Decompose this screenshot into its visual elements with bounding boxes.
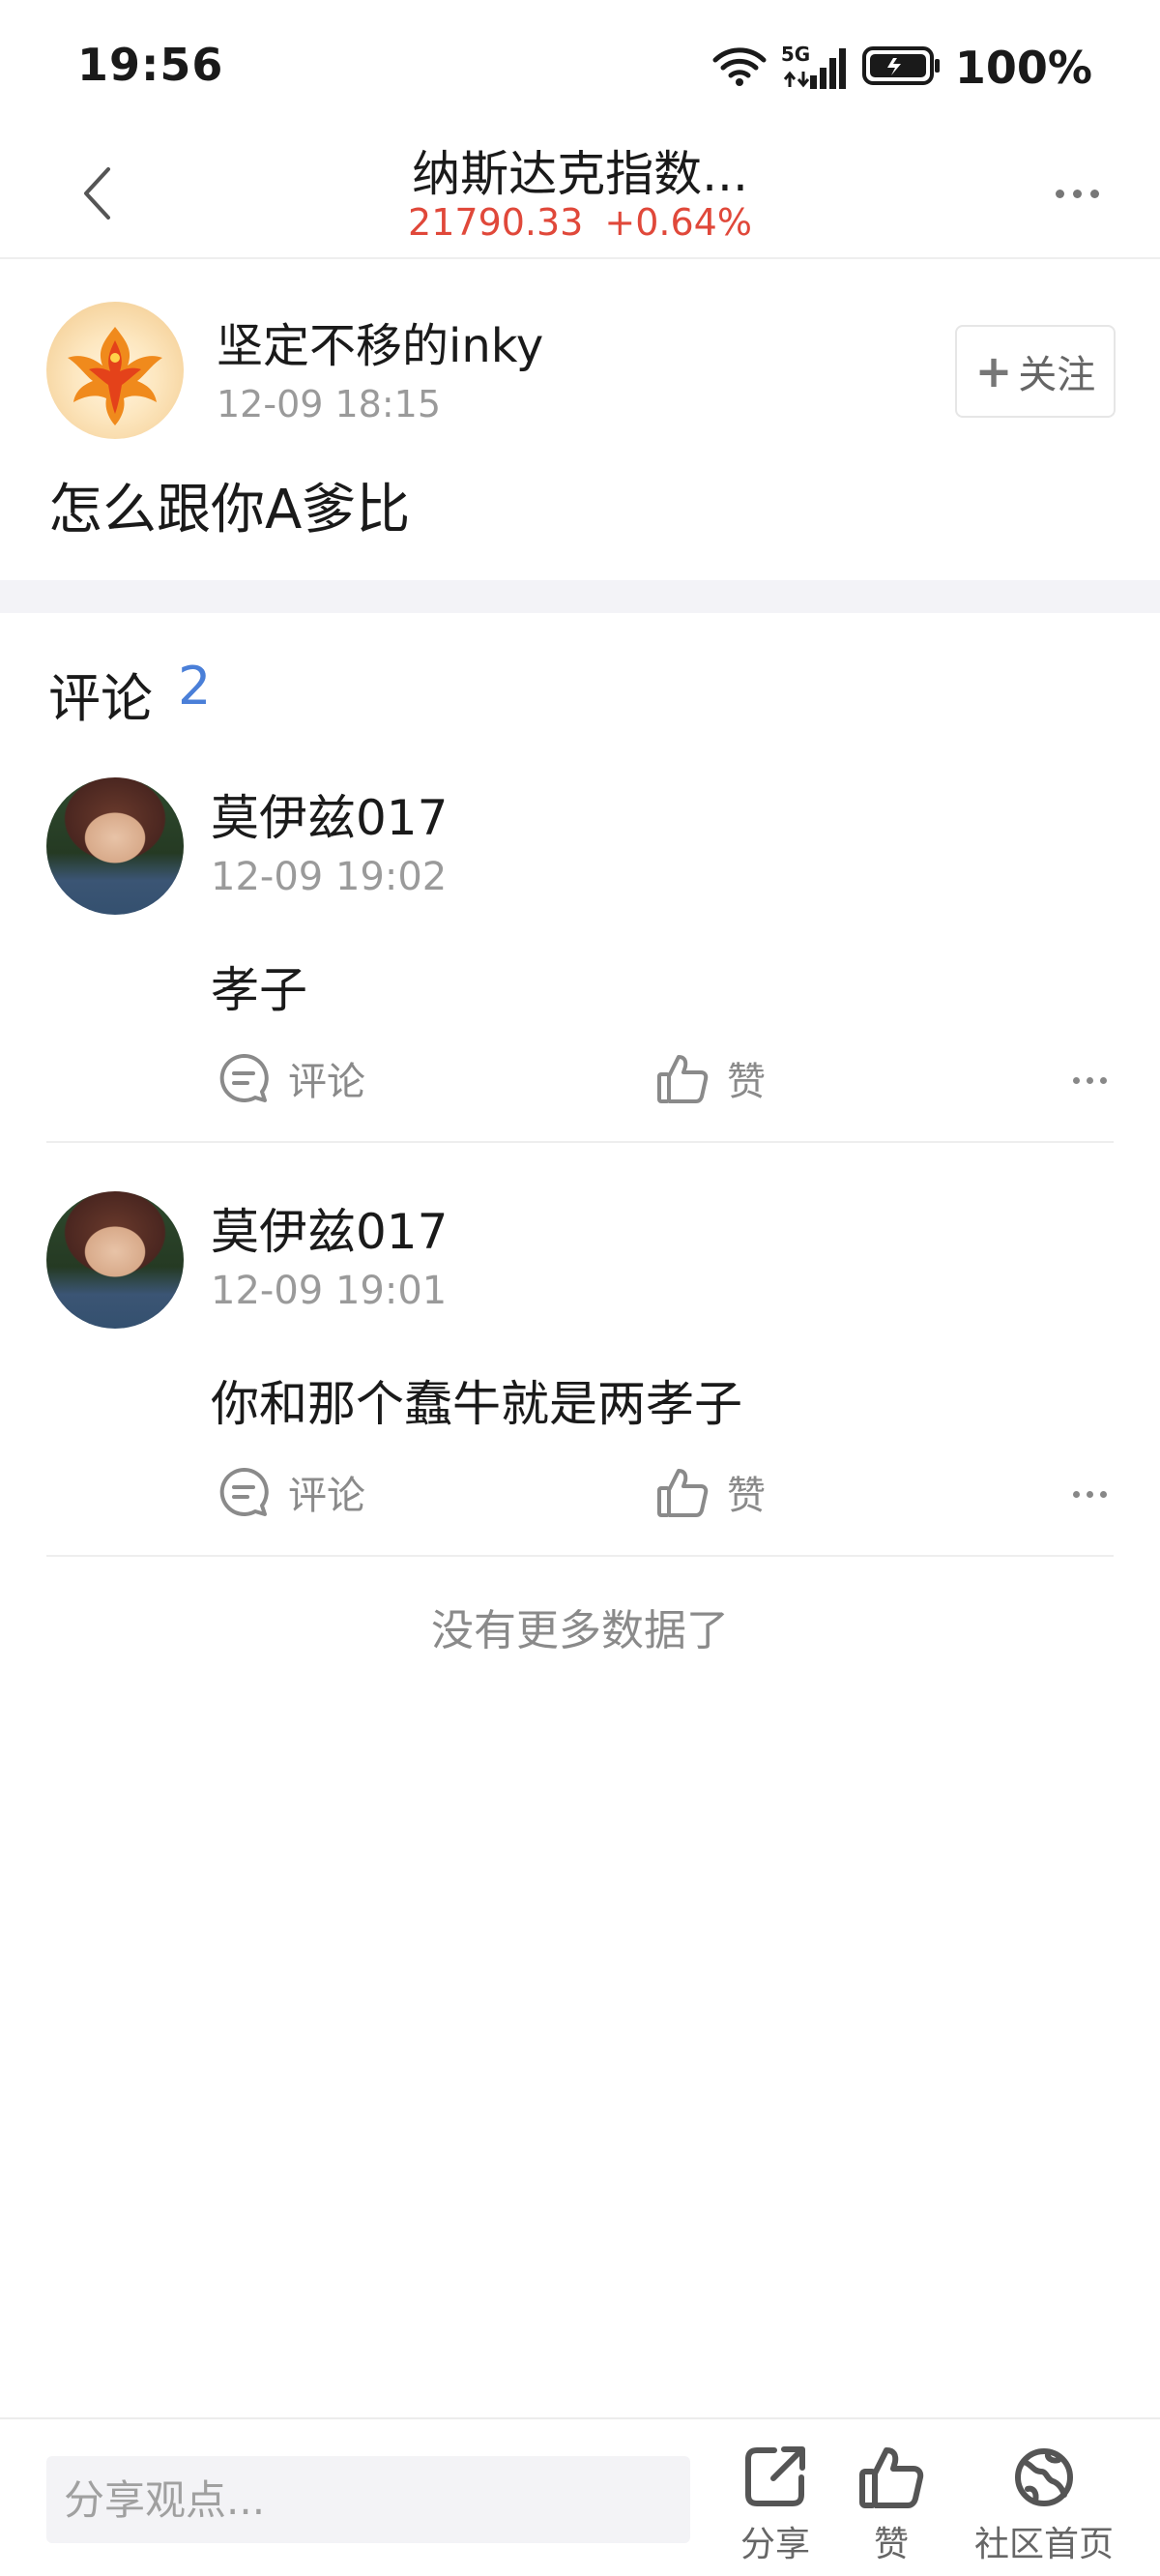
comment-divider (46, 1141, 1114, 1143)
more-dot-icon (1073, 1077, 1080, 1084)
battery-percent: 100% (954, 42, 1092, 94)
battery-icon (861, 46, 942, 89)
like-label: 赞 (727, 1474, 766, 1518)
post-content: 怎么跟你A爹比 (48, 479, 411, 542)
index-change: +0.64% (604, 201, 752, 244)
share-button[interactable]: 分享 (727, 2443, 824, 2566)
thumbs-up-icon (657, 1469, 709, 1517)
post-author-name[interactable]: 坚定不移的inky (217, 307, 543, 375)
comment-more-button[interactable] (1073, 1077, 1107, 1084)
follow-label: 关注 (1018, 353, 1096, 397)
commenter-name[interactable]: 莫伊兹017 (211, 779, 448, 849)
more-options-button[interactable] (1038, 164, 1116, 222)
more-dot-icon (1100, 1491, 1107, 1498)
like-post-button[interactable]: 赞 (843, 2443, 940, 2566)
wifi-icon (711, 44, 768, 91)
share-icon (745, 2446, 805, 2506)
nav-divider (0, 257, 1160, 259)
reply-label: 评论 (288, 1474, 365, 1518)
comment-more-button[interactable] (1073, 1491, 1107, 1498)
comment-timestamp: 12-09 19:02 (211, 855, 448, 899)
page-title: 纳斯达克指数... (412, 146, 748, 202)
more-dot-icon (1089, 189, 1099, 198)
post-timestamp: 12-09 18:15 (217, 383, 442, 425)
thumbs-up-icon (657, 1055, 709, 1103)
bottom-bar-divider (0, 2417, 1160, 2419)
follow-button[interactable]: + 关注 (955, 325, 1116, 418)
more-dot-icon (1087, 1491, 1093, 1498)
more-dot-icon (1073, 1491, 1080, 1498)
index-value: 21790.33 (408, 201, 584, 244)
commenter-avatar[interactable] (46, 1191, 184, 1329)
thumbs-up-icon (859, 2447, 924, 2508)
comment-bubble-icon (219, 1053, 269, 1102)
status-time: 19:56 (77, 39, 224, 91)
comment-like-button[interactable]: 赞 (655, 1050, 766, 1106)
community-home-label: 社区首页 (973, 2525, 1114, 2564)
more-dot-icon (1072, 189, 1082, 198)
share-label: 分享 (740, 2525, 810, 2564)
comment-text: 孝子 (211, 962, 307, 1018)
comment-bubble-icon (219, 1467, 269, 1516)
status-icons: 5G 100% (711, 41, 1092, 95)
comment-reply-button[interactable]: 评论 (217, 1050, 365, 1106)
plus-icon: + (974, 345, 1013, 397)
top-nav-bar: 纳斯达克指数... 21790.33 +0.64% (0, 135, 1160, 257)
like-label: 赞 (727, 1060, 766, 1104)
comment-timestamp: 12-09 19:01 (211, 1269, 448, 1313)
no-more-data-text: 没有更多数据了 (431, 1606, 729, 1655)
comment-like-button[interactable]: 赞 (655, 1464, 766, 1520)
more-dot-icon (1055, 189, 1064, 198)
commenter-avatar[interactable] (46, 777, 184, 915)
commenter-name[interactable]: 莫伊兹017 (211, 1193, 448, 1263)
network-type: 5G (780, 43, 811, 66)
more-dot-icon (1100, 1077, 1107, 1084)
share-opinion-input[interactable] (46, 2456, 690, 2543)
5g-signal-icon: 5G (780, 43, 849, 91)
community-globe-icon (1015, 2448, 1073, 2506)
like-label: 赞 (873, 2525, 909, 2564)
comment-reply-button[interactable]: 评论 (217, 1464, 365, 1520)
more-dot-icon (1087, 1077, 1093, 1084)
comments-heading: 评论 (48, 668, 153, 729)
reply-label: 评论 (288, 1060, 365, 1104)
community-home-button[interactable]: 社区首页 (967, 2443, 1121, 2566)
phoenix-avatar-icon (68, 327, 162, 425)
back-button[interactable] (68, 155, 126, 232)
comment-divider (46, 1555, 1114, 1557)
comment-text: 你和那个蠢牛就是两孝子 (211, 1376, 742, 1432)
chevron-left-icon (84, 167, 110, 220)
section-separator (0, 580, 1160, 613)
post-author-avatar[interactable] (46, 302, 184, 439)
status-bar: 19:56 5G 100% (0, 0, 1160, 135)
index-quote: 21790.33 +0.64% (290, 201, 870, 244)
comments-count: 2 (178, 656, 212, 717)
